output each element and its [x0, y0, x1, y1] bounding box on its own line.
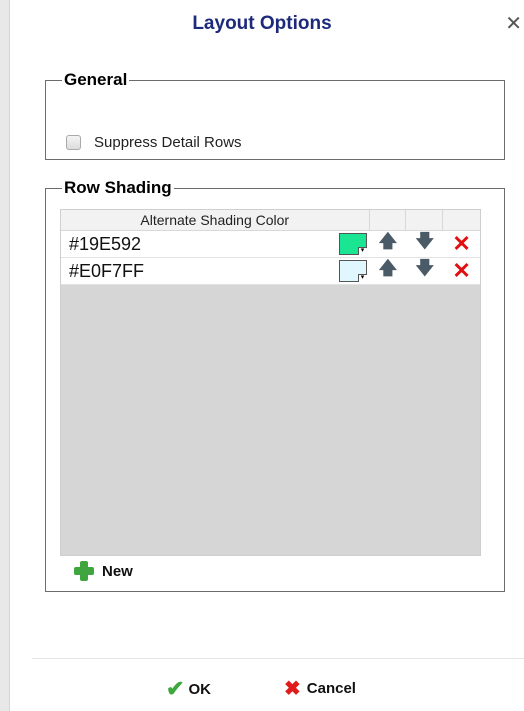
up-arrow-icon[interactable]: 🡅 [370, 229, 407, 259]
close-icon[interactable]: ✕ [505, 14, 522, 34]
column-header-up [370, 210, 407, 230]
cancel-label: Cancel [306, 680, 356, 697]
new-row-label: New [102, 562, 133, 580]
color-picker[interactable]: ▾ [330, 260, 370, 282]
ok-button[interactable]: ✔ OK [166, 676, 211, 702]
color-swatch[interactable]: ▾ [338, 260, 367, 282]
column-header-color: Alternate Shading Color [61, 210, 370, 230]
delete-x-icon[interactable]: ✕ [443, 231, 480, 257]
color-swatch[interactable]: ▾ [338, 233, 367, 255]
chevron-down-icon[interactable]: ▾ [357, 274, 367, 282]
color-picker[interactable]: ▾ [330, 233, 370, 255]
suppress-detail-rows-label: Suppress Detail Rows [94, 134, 242, 151]
new-row-button[interactable]: New [74, 561, 133, 581]
left-edge-panel [0, 0, 10, 711]
general-legend: General [64, 70, 128, 89]
column-header-delete [443, 210, 480, 230]
general-section: General Suppress Detail Rows [45, 70, 505, 160]
ok-label: OK [188, 680, 211, 698]
chevron-down-icon[interactable]: ▾ [357, 247, 367, 255]
plus-icon [74, 561, 94, 581]
shading-color-grid: Alternate Shading Color #19E592 ▾ 🡅 🡇 ✕ … [60, 209, 481, 556]
suppress-detail-rows-option[interactable]: Suppress Detail Rows [66, 134, 242, 151]
down-arrow-icon[interactable]: 🡇 [406, 229, 443, 259]
grid-header: Alternate Shading Color [61, 210, 480, 231]
row-shading-section: Row Shading Alternate Shading Color #19E… [45, 178, 505, 592]
column-header-down [406, 210, 444, 230]
cancel-button[interactable]: ✖ Cancel [284, 676, 356, 701]
up-arrow-icon[interactable]: 🡅 [370, 256, 407, 286]
row-shading-legend: Row Shading [64, 178, 172, 197]
checkmark-icon: ✔ [166, 676, 185, 701]
color-value[interactable]: #E0F7FF [61, 261, 330, 282]
table-row[interactable]: #19E592 ▾ 🡅 🡇 ✕ [61, 231, 480, 258]
suppress-detail-rows-checkbox[interactable] [66, 135, 81, 150]
down-arrow-icon[interactable]: 🡇 [406, 256, 443, 286]
footer-divider [32, 658, 524, 659]
table-row[interactable]: #E0F7FF ▾ 🡅 🡇 ✕ [61, 258, 480, 285]
color-value[interactable]: #19E592 [61, 234, 330, 255]
delete-x-icon[interactable]: ✕ [443, 258, 480, 284]
x-icon: ✖ [284, 678, 301, 700]
dialog-title: Layout Options [192, 13, 332, 34]
